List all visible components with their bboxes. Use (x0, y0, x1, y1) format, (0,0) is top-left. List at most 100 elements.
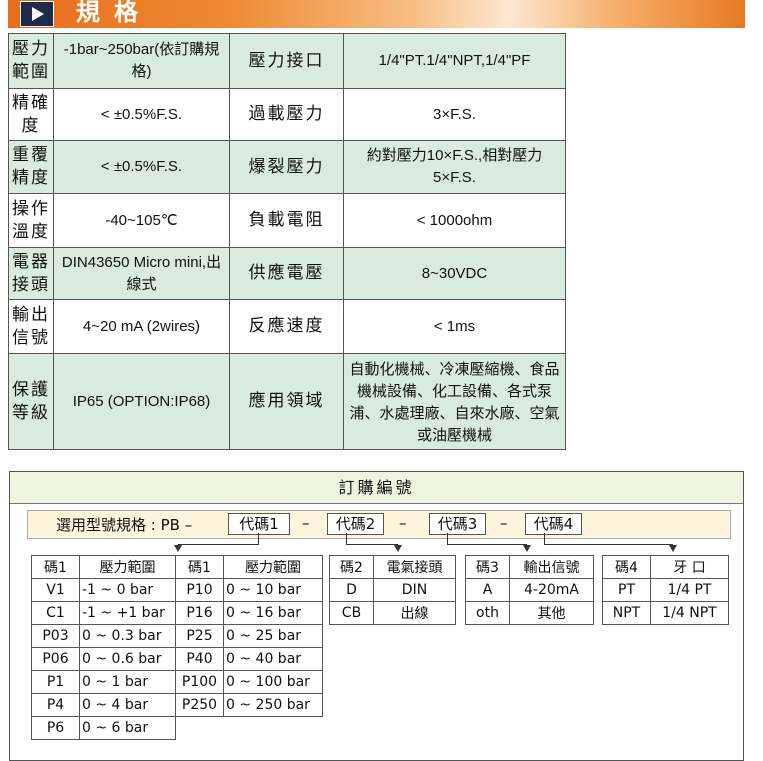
thread-table: 碼4 牙 口 PT 1/4 PT NPT 1/4 NPT (602, 555, 729, 625)
arrow-down-icon (394, 545, 402, 552)
range-cell: -1 ~ +1 bar (79, 601, 176, 625)
connector-line (346, 544, 398, 545)
table-header-row: 碼1 壓力範圍 碼1 壓力範圍 (31, 555, 323, 579)
spec-label: 過載壓力 (229, 88, 344, 141)
arrow-down-icon (669, 545, 677, 552)
order-code-panel: 訂購編號 選用型號規格 : PB – 代碼1 – 代碼2 – 代碼3 – 代碼4… (9, 471, 744, 761)
code-cell: P10 (175, 578, 224, 602)
range-cell: 0 ~ 10 bar (223, 578, 323, 602)
spec-label: 輸出信號 (8, 299, 54, 354)
code-cell: A (465, 578, 510, 602)
spec-value: 約對壓力10×F.S.,相對壓力5×F.S. (343, 140, 566, 194)
column-header: 碼1 (31, 555, 80, 579)
order-title: 訂購編號 (10, 472, 743, 504)
value-cell: 其他 (509, 601, 594, 625)
model-code-row: 選用型號規格 : PB – 代碼1 – 代碼2 – 代碼3 – 代碼4 (27, 510, 731, 539)
table-header-row: 碼2 電氣接頭 (329, 555, 456, 579)
spec-row: 保護等級 IP65 (OPTION:IP68) 應用領域 自動化機械、冷凍壓縮機… (8, 353, 566, 450)
range-cell: 0 ~ 6 bar (79, 716, 176, 740)
range-cell: 0 ~ 16 bar (223, 601, 323, 625)
connector-line (258, 533, 259, 545)
spec-label: 爆裂壓力 (229, 140, 344, 194)
value-cell: DIN (373, 578, 456, 602)
code1-box: 代碼1 (228, 513, 290, 535)
spec-value: DIN43650 Micro mini,出線式 (53, 247, 230, 300)
spec-value: 自動化機械、冷凍壓縮機、食品機械設備、化工設備、各式泵浦、水處理廠、自來水廠、空… (343, 353, 566, 450)
spec-row: 精確度 < ±0.5%F.S. 過載壓力 3×F.S. (8, 88, 566, 141)
electrical-connector-table: 碼2 電氣接頭 D DIN CB 出線 (329, 555, 456, 625)
column-header: 碼4 (602, 555, 651, 579)
table-row: P03 0 ~ 0.3 bar P25 0 ~ 25 bar (31, 624, 323, 648)
table-header-row: 碼3 輸出信號 (465, 555, 594, 579)
spec-label: 精確度 (8, 88, 54, 141)
pressure-range-table: 碼1 壓力範圍 碼1 壓力範圍 V1 -1 ~ 0 bar P10 0 ~ 10… (31, 555, 323, 740)
spec-value: < ±0.5%F.S. (53, 88, 230, 141)
code-cell: CB (329, 601, 374, 625)
spec-row: 重覆精度 < ±0.5%F.S. 爆裂壓力 約對壓力10×F.S.,相對壓力5×… (8, 140, 566, 194)
range-cell: 0 ~ 40 bar (223, 647, 323, 671)
model-label: 選用型號規格 : PB – (56, 516, 193, 534)
table-row: oth 其他 (465, 601, 594, 625)
code-cell: V1 (31, 578, 80, 602)
spec-row: 電器接頭 DIN43650 Micro mini,出線式 供應電壓 8~30VD… (8, 247, 566, 300)
spec-value: < 1ms (343, 299, 566, 354)
output-signal-table: 碼3 輸出信號 A 4-20mA oth 其他 (465, 555, 594, 625)
value-cell: 4-20mA (509, 578, 594, 602)
range-cell: 0 ~ 0.6 bar (79, 647, 176, 671)
section-header-bar: 規格 (8, 0, 745, 28)
spec-label: 壓力範圍 (8, 33, 54, 89)
code-cell: P6 (31, 716, 80, 740)
table-row: PT 1/4 PT (602, 578, 729, 602)
spec-label: 壓力接口 (229, 33, 344, 89)
section-title: 規格 (76, 0, 152, 26)
spec-label: 保護等級 (8, 353, 54, 450)
table-row: P4 0 ~ 4 bar P250 0 ~ 250 bar (31, 693, 323, 717)
spec-label: 重覆精度 (8, 140, 54, 194)
separator-dash: – (399, 514, 407, 532)
range-cell: 0 ~ 250 bar (223, 693, 323, 717)
separator-dash: – (302, 514, 310, 532)
code4-box: 代碼4 (525, 513, 582, 535)
column-header: 碼2 (329, 555, 374, 579)
table-row: CB 出線 (329, 601, 456, 625)
code-cell: P03 (31, 624, 80, 648)
arrow-down-icon (523, 545, 531, 552)
spec-label: 反應速度 (229, 299, 344, 354)
empty-cell (176, 717, 224, 740)
play-icon (20, 1, 54, 27)
code2-box: 代碼2 (327, 513, 384, 535)
spec-table: 壓力範圍 -1bar~250bar(依訂購規格) 壓力接口 1/4"PT.1/4… (8, 33, 566, 450)
code-cell: C1 (31, 601, 80, 625)
code-cell: P40 (175, 647, 224, 671)
spec-label: 應用領域 (229, 353, 344, 450)
column-header: 壓力範圍 (79, 555, 176, 579)
code-cell: P25 (175, 624, 224, 648)
arrow-down-icon (174, 545, 182, 552)
value-cell: 1/4 PT (650, 578, 729, 602)
table-row: P1 0 ~ 1 bar P100 0 ~ 100 bar (31, 670, 323, 694)
code-cell: NPT (602, 601, 651, 625)
table-header-row: 碼4 牙 口 (602, 555, 729, 579)
spec-label: 電器接頭 (8, 247, 54, 300)
code-cell: P100 (175, 670, 224, 694)
range-cell: 0 ~ 4 bar (79, 693, 176, 717)
table-row: NPT 1/4 NPT (602, 601, 729, 625)
empty-cell (224, 717, 323, 740)
range-cell: 0 ~ 100 bar (223, 670, 323, 694)
table-row: P6 0 ~ 6 bar (31, 716, 323, 740)
table-row: C1 -1 ~ +1 bar P16 0 ~ 16 bar (31, 601, 323, 625)
column-header: 牙 口 (650, 555, 729, 579)
spec-value: < ±0.5%F.S. (53, 140, 230, 194)
spec-value: 8~30VDC (343, 247, 566, 300)
spec-value: 3×F.S. (343, 88, 566, 141)
column-header: 碼3 (465, 555, 510, 579)
value-cell: 出線 (373, 601, 456, 625)
value-cell: 1/4 NPT (650, 601, 729, 625)
separator-dash: – (500, 514, 508, 532)
range-cell: 0 ~ 0.3 bar (79, 624, 176, 648)
code-cell: oth (465, 601, 510, 625)
range-cell: 0 ~ 1 bar (79, 670, 176, 694)
code-cell: P250 (175, 693, 224, 717)
spec-label: 操作溫度 (8, 193, 54, 248)
connector-line (447, 544, 527, 545)
